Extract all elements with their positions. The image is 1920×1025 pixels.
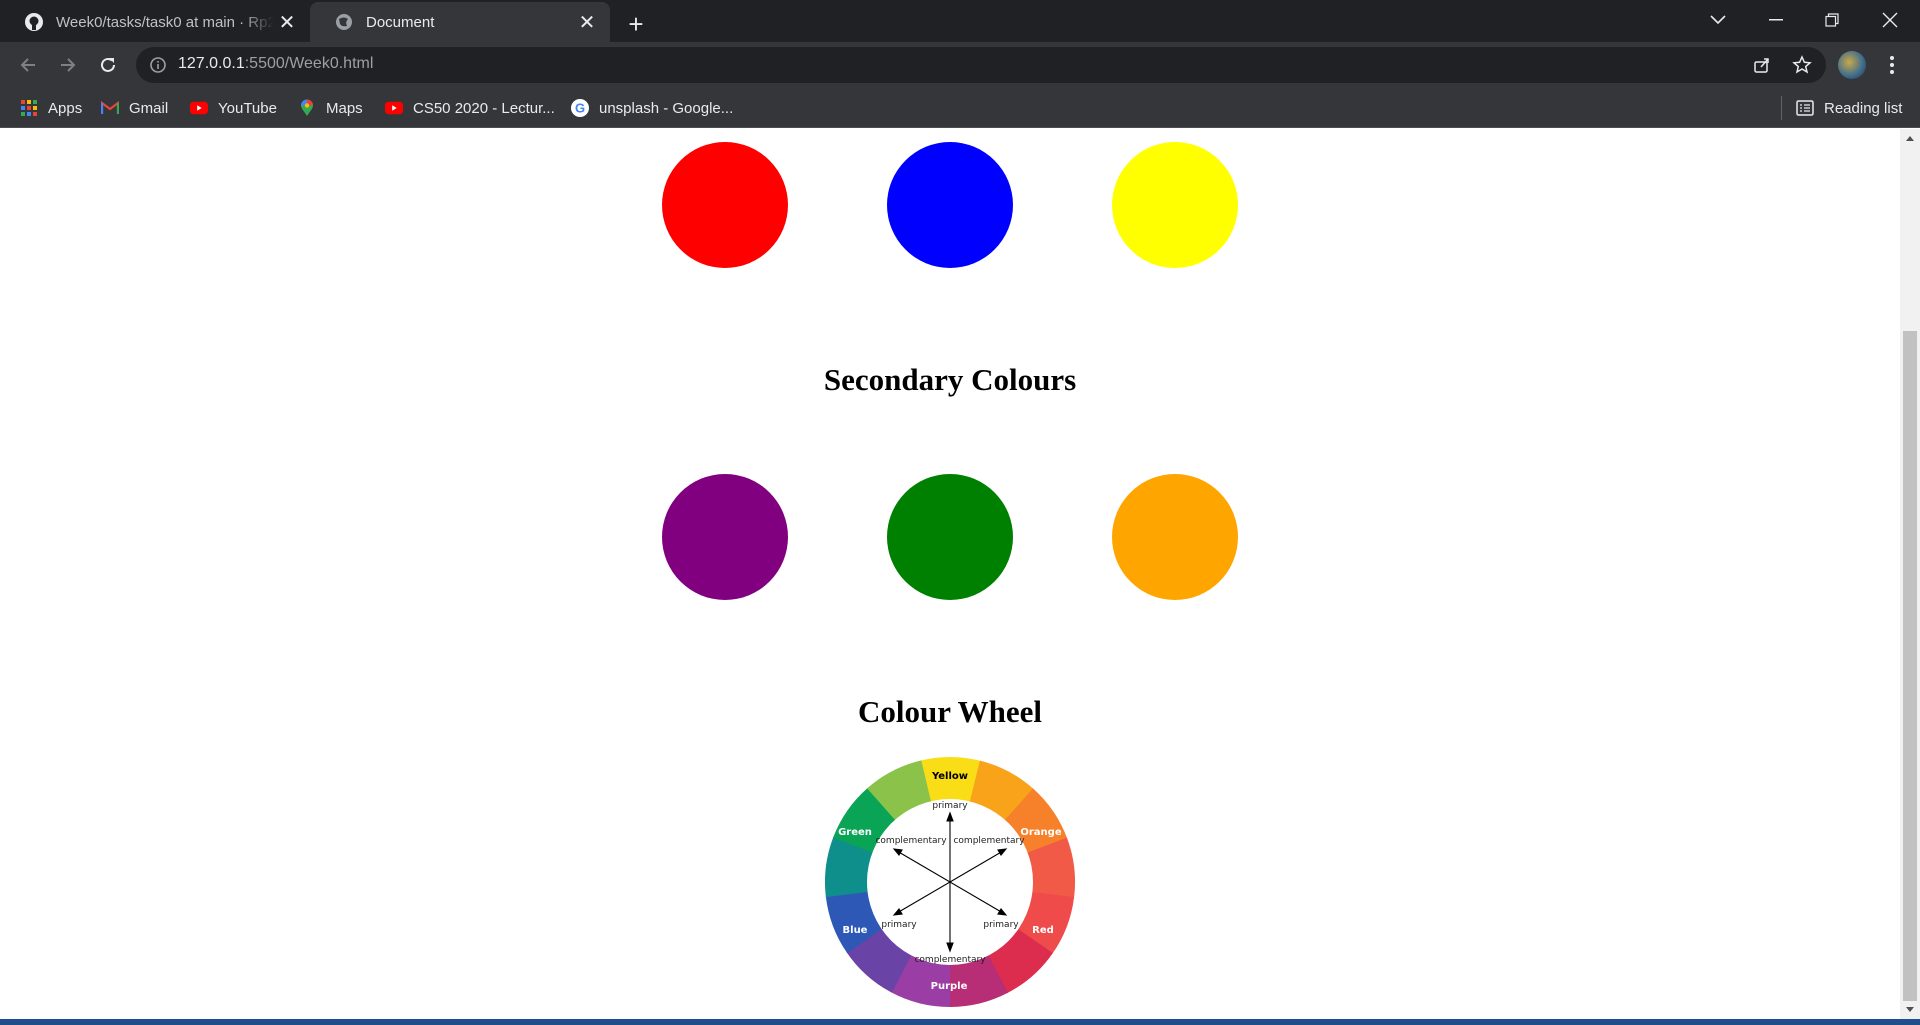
label-complementary-right: complementary xyxy=(953,836,1025,846)
scroll-down-arrow-icon[interactable] xyxy=(1900,1001,1920,1019)
share-icon[interactable] xyxy=(1752,55,1772,75)
scrollbar-thumb[interactable] xyxy=(1903,331,1917,1001)
bookmark-label: Maps xyxy=(326,99,363,117)
page-scrollbar[interactable] xyxy=(1900,129,1920,1019)
secondary-colours-row xyxy=(0,474,1900,600)
url-text[interactable]: 127.0.0.1:5500/Week0.html xyxy=(178,55,373,73)
gmail-icon xyxy=(101,99,119,117)
site-info-icon[interactable] xyxy=(148,55,168,75)
label-complementary-left: complementary xyxy=(875,836,947,846)
tab-title: Document xyxy=(366,13,435,31)
green-circle xyxy=(887,474,1013,600)
wheel-label-green: Green xyxy=(838,827,872,838)
wheel-label-red: Red xyxy=(1032,925,1054,936)
bookmark-separator xyxy=(1781,96,1782,120)
bookmark-label: CS50 2020 - Lectur... xyxy=(413,99,555,117)
google-icon: G xyxy=(571,99,589,117)
bookmark-cs50[interactable]: CS50 2020 - Lectur... xyxy=(385,94,555,122)
maps-icon xyxy=(298,99,316,117)
label-primary-top: primary xyxy=(932,801,968,811)
bookmark-gmail[interactable]: Gmail xyxy=(101,94,168,122)
youtube-icon xyxy=(190,99,208,117)
reload-button[interactable] xyxy=(92,49,124,81)
orange-circle xyxy=(1112,474,1238,600)
minimize-button[interactable] xyxy=(1748,0,1804,40)
wheel-label-purple: Purple xyxy=(931,981,968,992)
label-primary-left: primary xyxy=(881,920,917,930)
url-host: 127.0.0.1 xyxy=(178,55,245,72)
secondary-colours-heading: Secondary Colours xyxy=(823,362,1077,397)
svg-text:G: G xyxy=(575,101,585,116)
colour-wheel-heading: Colour Wheel xyxy=(857,694,1042,729)
purple-circle xyxy=(662,474,788,600)
tab-title: Week0/tasks/task0 at main · Rp2… xyxy=(56,13,274,31)
page-viewport: Secondary Colours Colour Wheel primary c… xyxy=(0,129,1900,1019)
youtube-icon xyxy=(385,99,403,117)
wheel-label-blue: Blue xyxy=(843,925,868,936)
forward-button[interactable] xyxy=(52,49,84,81)
close-tab-icon[interactable]: ✕ xyxy=(574,9,600,35)
url-path: :5500/Week0.html xyxy=(244,55,374,72)
wheel-label-yellow: Yellow xyxy=(931,771,968,782)
tab-search-icon[interactable] xyxy=(1690,0,1746,40)
yellow-circle xyxy=(1112,142,1238,268)
bookmark-label: Gmail xyxy=(129,99,169,117)
primary-colours-row xyxy=(0,142,1900,268)
tab-github[interactable]: Week0/tasks/task0 at main · Rp2… ✕ xyxy=(0,2,310,42)
bookmark-label: YouTube xyxy=(218,99,277,117)
bookmark-unsplash[interactable]: G unsplash - Google... xyxy=(571,94,733,122)
github-icon xyxy=(24,12,44,32)
browser-menu-icon[interactable] xyxy=(1880,49,1904,81)
globe-icon xyxy=(334,12,354,32)
reading-list-icon xyxy=(1796,99,1814,117)
bookmarks-bar: Apps Gmail YouTube Maps CS50 2020 - Lect… xyxy=(0,88,1920,128)
scroll-up-arrow-icon[interactable] xyxy=(1900,129,1920,147)
profile-avatar[interactable] xyxy=(1838,51,1866,79)
close-window-button[interactable] xyxy=(1862,0,1918,40)
bookmark-youtube[interactable]: YouTube xyxy=(190,94,277,122)
bookmark-maps[interactable]: Maps xyxy=(298,94,363,122)
red-circle xyxy=(662,142,788,268)
bookmark-label: unsplash - Google... xyxy=(599,99,734,117)
browser-toolbar: 127.0.0.1:5500/Week0.html xyxy=(0,42,1920,88)
reading-list-button[interactable]: Reading list xyxy=(1796,94,1902,122)
tab-document[interactable]: Document ✕ xyxy=(310,2,610,42)
label-primary-right: primary xyxy=(983,920,1019,930)
restore-button[interactable] xyxy=(1804,0,1860,40)
bookmark-star-icon[interactable] xyxy=(1792,55,1812,75)
bookmark-apps[interactable]: Apps xyxy=(20,94,82,122)
reading-list-label: Reading list xyxy=(1824,99,1903,117)
new-tab-button[interactable]: + xyxy=(620,8,652,40)
back-button[interactable] xyxy=(12,49,44,81)
blue-circle xyxy=(887,142,1013,268)
close-tab-icon[interactable]: ✕ xyxy=(274,9,300,35)
apps-grid-icon xyxy=(20,99,38,117)
tab-strip: Week0/tasks/task0 at main · Rp2… ✕ Docum… xyxy=(0,0,1920,42)
taskbar-edge xyxy=(0,1019,1920,1025)
label-complementary-bottom: complementary xyxy=(914,955,986,965)
wheel-label-orange: Orange xyxy=(1020,827,1061,838)
address-bar[interactable]: 127.0.0.1:5500/Week0.html xyxy=(136,47,1826,83)
colour-wheel-image: primary complementary complementary prim… xyxy=(825,757,1075,1007)
bookmark-label: Apps xyxy=(48,99,83,117)
